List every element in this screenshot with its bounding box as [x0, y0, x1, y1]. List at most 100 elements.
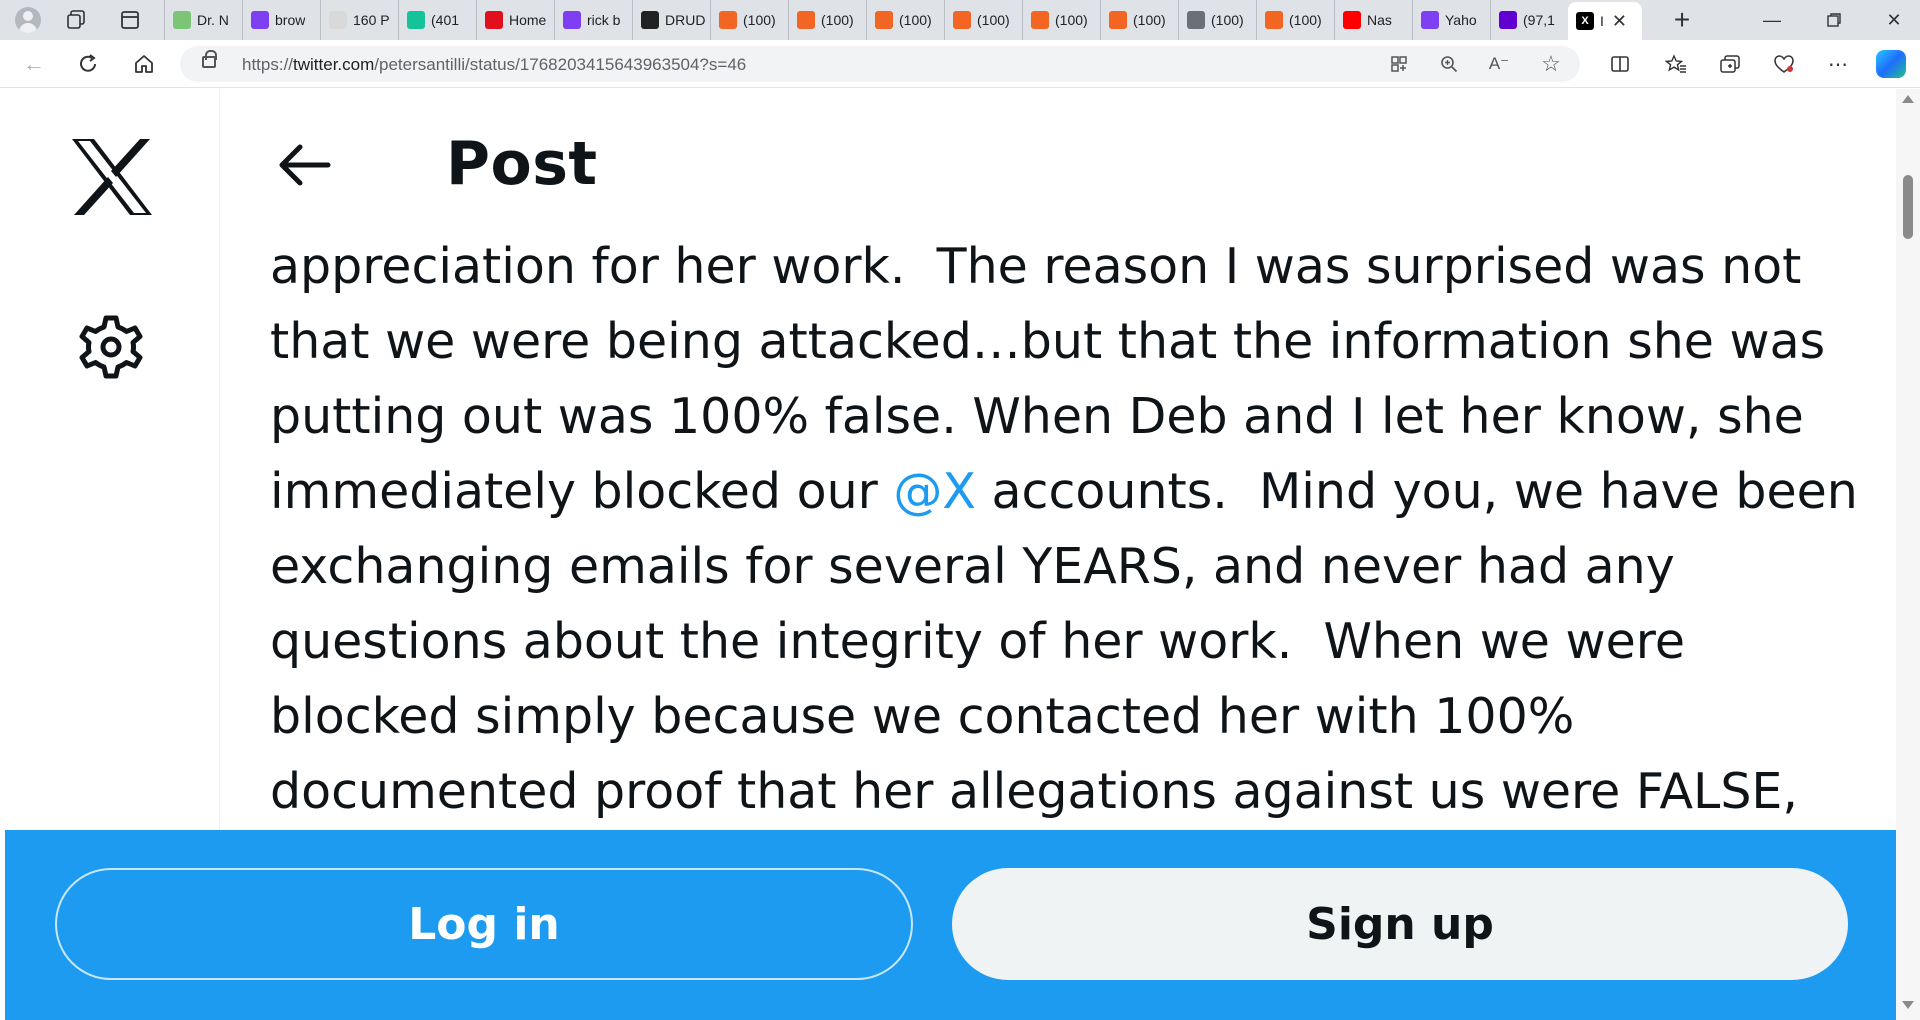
browser-tab[interactable]: DRUD — [632, 0, 710, 40]
tab-list: Dr. N brow 160 P (401 Home rick b DRUD (100) (10… — [164, 0, 1642, 40]
page-title: Post — [446, 129, 598, 199]
tab-title: (100) — [1133, 12, 1166, 28]
tab-title: 160 P — [353, 12, 390, 28]
tab-title: I — [1600, 13, 1604, 29]
bi-icon — [329, 11, 347, 29]
home-red-icon — [485, 11, 503, 29]
minimize-button[interactable]: — — [1740, 0, 1804, 40]
scroll-down-arrow-icon[interactable] — [1902, 1001, 1914, 1009]
page-viewport: appreciation for her work. The reason I … — [0, 89, 1920, 1020]
x-favicon-icon: X — [1576, 12, 1594, 30]
active-browser-tab[interactable]: X I ✕ — [1568, 2, 1642, 40]
browser-tab[interactable]: (401 — [398, 0, 476, 40]
browser-tab[interactable]: 160 P — [320, 0, 398, 40]
bookmark-orange-icon — [719, 11, 737, 29]
read-aloud-icon[interactable]: A⁻ — [1486, 52, 1512, 76]
tab-title: Dr. N — [197, 12, 229, 28]
play-icon — [173, 11, 191, 29]
tab-actions-icon[interactable] — [114, 4, 146, 36]
tab-title: (100) — [821, 12, 854, 28]
yahoo-icon — [1421, 11, 1439, 29]
mention-link[interactable]: @X — [893, 463, 976, 520]
browser-tab[interactable]: (100) — [944, 0, 1022, 40]
profile-icon[interactable] — [12, 4, 44, 36]
browser-tab[interactable]: (100) — [788, 0, 866, 40]
browser-tab[interactable]: Yaho — [1412, 0, 1490, 40]
mail-icon — [1499, 11, 1517, 29]
browser-tabstrip: Dr. N brow 160 P (401 Home rick b DRUD (100) (10… — [0, 0, 1920, 40]
x-logo-icon[interactable] — [70, 137, 154, 217]
back-arrow-icon[interactable] — [276, 141, 332, 189]
close-window-button[interactable]: ✕ — [1862, 0, 1920, 40]
youtube-icon — [1343, 11, 1361, 29]
tweet-line: immediately blocked our @X accounts. Min… — [270, 454, 1890, 529]
workspaces-icon[interactable] — [60, 4, 92, 36]
back-nav-icon[interactable]: ← — [16, 48, 52, 80]
favorite-star-icon[interactable]: ☆ — [1538, 51, 1564, 76]
tab-title: (100) — [977, 12, 1010, 28]
url-bar[interactable]: https://twitter.com/petersantilli/status… — [180, 46, 1580, 82]
zoom-icon[interactable] — [1436, 52, 1462, 76]
browser-tab[interactable]: (100) — [1256, 0, 1334, 40]
browser-tab[interactable]: Nas — [1334, 0, 1412, 40]
bookmark-orange-icon — [953, 11, 971, 29]
collections-icon[interactable] — [1714, 50, 1746, 78]
bookmark-orange-icon — [1109, 11, 1127, 29]
address-bar-row: ← https://twitter.com/petersantilli/stat… — [0, 40, 1920, 88]
app-available-icon[interactable] — [1386, 52, 1412, 76]
tab-title: (100) — [1211, 12, 1244, 28]
browser-tab[interactable]: Home — [476, 0, 554, 40]
scrollbar-thumb[interactable] — [1903, 175, 1913, 239]
tab-title: Nas — [1367, 12, 1392, 28]
browser-tab[interactable]: (97,1 — [1490, 0, 1568, 40]
more-options-icon[interactable]: ⋯ — [1822, 50, 1854, 78]
browser-essentials-icon[interactable] — [1768, 50, 1800, 78]
new-tab-button[interactable]: + — [1664, 2, 1700, 38]
tweet-line: putting out was 100% false. When Deb and… — [270, 388, 1804, 445]
refresh-icon[interactable] — [70, 48, 106, 80]
tab-title: (401 — [431, 12, 460, 28]
tweet-line: exchanging emails for several YEARS, and… — [270, 538, 1675, 595]
tweet-line: blocked simply because we contacted her … — [270, 688, 1575, 745]
tweet-line: questions about the integrity of her wor… — [270, 613, 1685, 670]
restore-button[interactable] — [1802, 0, 1866, 40]
tab-title: DRUD — [665, 12, 706, 28]
gray-app-icon — [1187, 11, 1205, 29]
favorites-icon[interactable] — [1660, 50, 1692, 78]
tab-title: Home — [509, 12, 547, 28]
lock-icon[interactable] — [202, 50, 217, 68]
browser-tab[interactable]: (100) — [710, 0, 788, 40]
url-text[interactable]: https://twitter.com/petersantilli/status… — [242, 55, 746, 75]
browser-tab[interactable]: (100) — [866, 0, 944, 40]
tab-title: (100) — [1055, 12, 1088, 28]
tweet-line: documented proof that her allegations ag… — [270, 763, 1798, 820]
grammarly-icon — [407, 11, 425, 29]
settings-gear-icon[interactable] — [75, 311, 147, 383]
bookmark-orange-icon — [1031, 11, 1049, 29]
split-screen-icon[interactable] — [1604, 50, 1636, 78]
home-icon[interactable] — [126, 48, 162, 80]
browser-tab[interactable]: rick b — [554, 0, 632, 40]
browser-tab[interactable]: (100) — [1022, 0, 1100, 40]
scroll-up-arrow-icon[interactable] — [1902, 95, 1914, 103]
tab-title: brow — [275, 12, 306, 28]
browser-tab[interactable]: Dr. N — [164, 0, 242, 40]
yahoo-icon — [563, 11, 581, 29]
tweet-line-part: accounts. Mind you, we have been — [975, 463, 1858, 520]
yahoo-icon — [251, 11, 269, 29]
browser-tab[interactable]: (100) — [1100, 0, 1178, 40]
login-banner: Log in Sign up — [5, 830, 1896, 1020]
bookmark-orange-icon — [1265, 11, 1283, 29]
tab-title: rick b — [587, 12, 621, 28]
close-tab-icon[interactable]: ✕ — [1612, 11, 1627, 32]
tweet-text: appreciation for her work. The reason I … — [270, 229, 1890, 829]
tab-title: (100) — [899, 12, 932, 28]
tab-title: (100) — [1289, 12, 1322, 28]
browser-tab[interactable]: (100) — [1178, 0, 1256, 40]
scrollbar[interactable] — [1896, 89, 1920, 1020]
login-button[interactable]: Log in — [55, 868, 913, 980]
copilot-icon[interactable] — [1876, 50, 1906, 78]
signup-button[interactable]: Sign up — [952, 868, 1848, 980]
tab-title: (100) — [743, 12, 776, 28]
browser-tab[interactable]: brow — [242, 0, 320, 40]
